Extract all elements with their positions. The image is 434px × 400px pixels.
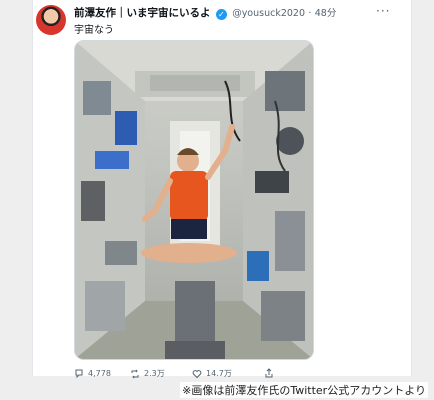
retweet-count: 2.3万 xyxy=(144,369,165,378)
tweet-header: 前澤友作｜いま宇宙にいるよ ✓ @yousuck2020 · 48分 xyxy=(74,5,336,20)
like-count: 14.7万 xyxy=(206,369,232,378)
separator-dot: · xyxy=(308,8,312,19)
reply-count: 4,778 xyxy=(88,368,111,378)
like-action[interactable]: 14.7万 xyxy=(192,368,232,379)
user-handle[interactable]: @yousuck2020 xyxy=(232,8,305,19)
verified-badge-icon: ✓ xyxy=(215,9,227,20)
avatar[interactable] xyxy=(36,5,66,35)
share-action[interactable] xyxy=(264,368,274,378)
tweet-photo[interactable] xyxy=(74,40,314,360)
reply-icon xyxy=(75,369,83,378)
tweet-actions: 4,778 2.3万 14.7万 xyxy=(74,368,324,380)
tweet-text: 宇宙なう xyxy=(74,25,114,36)
display-name[interactable]: 前澤友作｜いま宇宙にいるよ xyxy=(74,7,211,19)
more-options-icon[interactable]: ··· xyxy=(376,4,390,18)
retweet-icon xyxy=(131,369,139,378)
tweet-timestamp[interactable]: 48分 xyxy=(315,8,337,19)
image-source-caption: ※画像は前澤友作氏のTwitter公式アカウントより xyxy=(180,382,428,398)
space-station-photo xyxy=(75,41,313,359)
reply-action[interactable]: 4,778 xyxy=(74,368,111,378)
retweet-action[interactable]: 2.3万 xyxy=(130,368,165,379)
share-icon xyxy=(265,368,273,378)
heart-icon xyxy=(192,369,202,378)
